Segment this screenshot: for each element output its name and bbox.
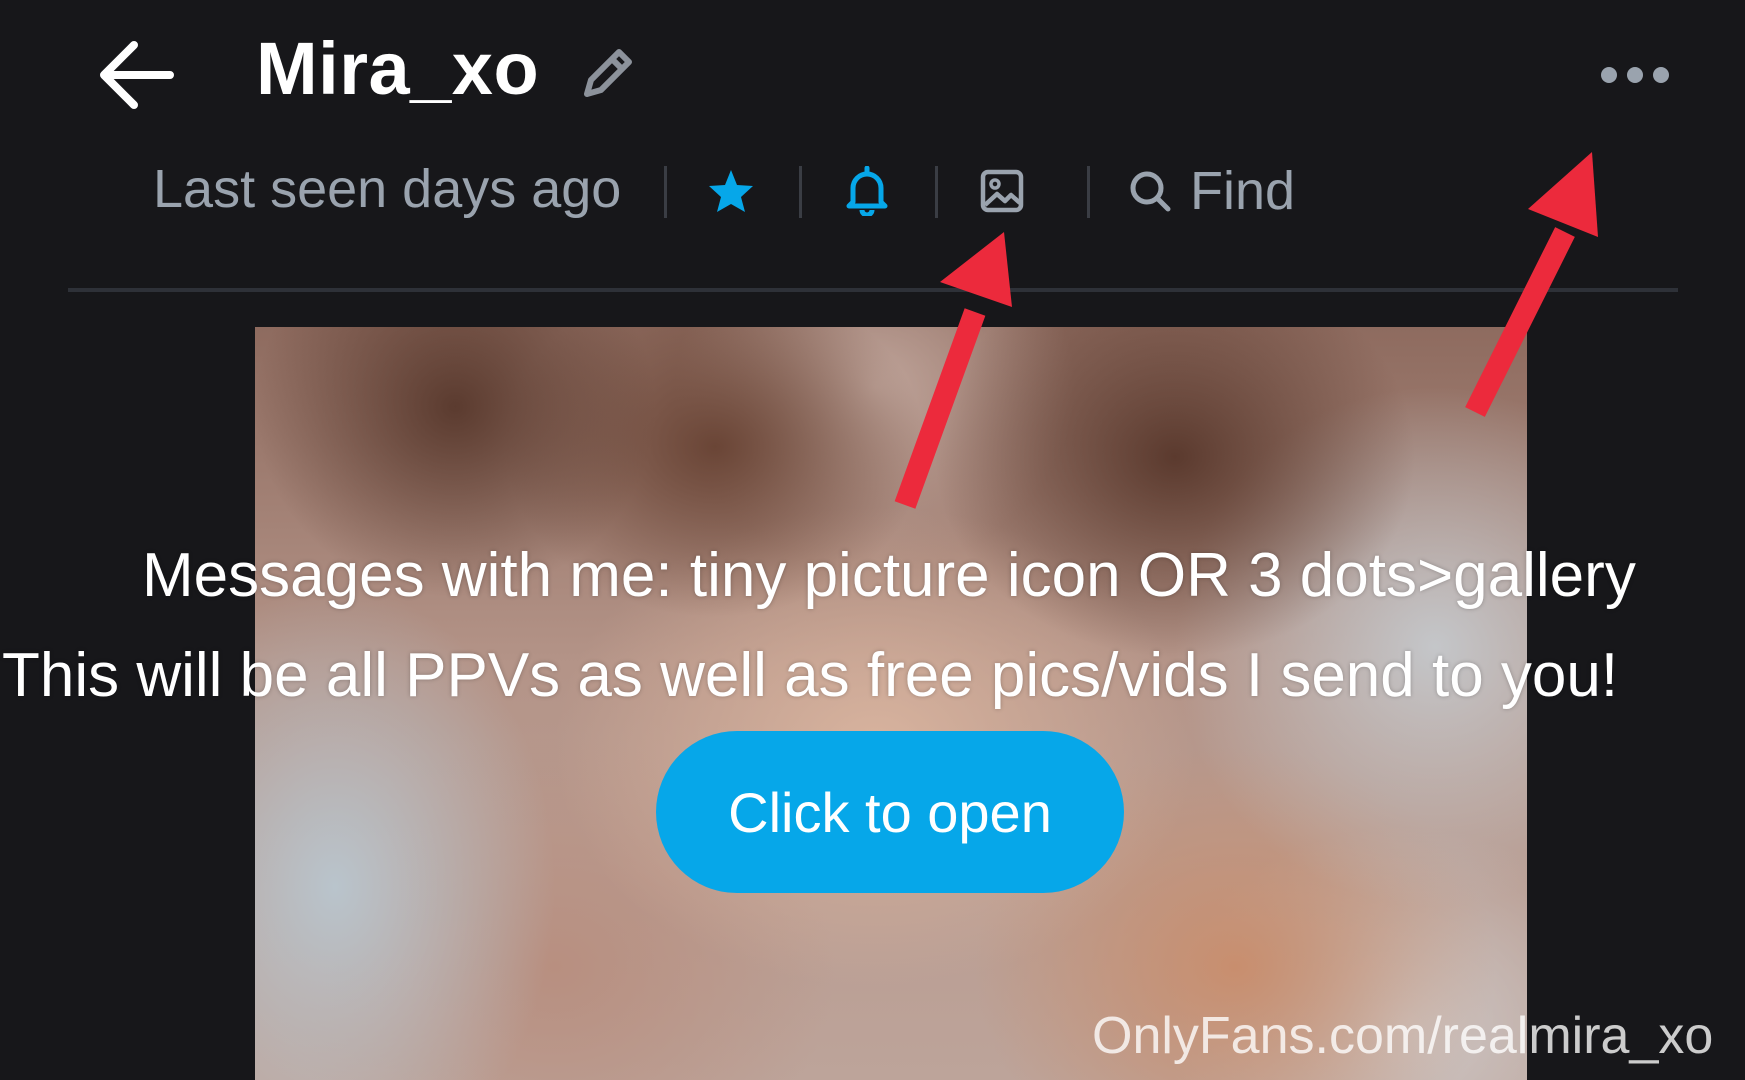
click-to-open-button[interactable]: Click to open: [656, 731, 1124, 893]
toolbar-separator: [935, 166, 938, 218]
toolbar-separator: [664, 166, 667, 218]
image-icon: [980, 169, 1024, 213]
watermark: OnlyFans.com/realmira_xo: [1092, 1007, 1714, 1065]
bell-icon: [846, 166, 888, 216]
toolbar-separator: [799, 166, 802, 218]
pencil-icon: [584, 49, 632, 97]
back-button[interactable]: [90, 35, 180, 115]
chat-header: Mira_xo: [0, 0, 1745, 150]
chat-toolbar: Last seen days ago Find: [0, 150, 1745, 270]
header-divider: [68, 288, 1678, 292]
star-icon: [709, 170, 753, 212]
notifications-button[interactable]: [832, 156, 902, 226]
arrow-left-icon: [100, 41, 174, 109]
last-seen-status: Last seen days ago: [153, 159, 622, 219]
caption-line-1: Messages with me: tiny picture icon OR 3…: [142, 541, 1636, 610]
find-label: Find: [1190, 161, 1296, 221]
favorite-button[interactable]: [696, 156, 766, 226]
caption-line-2: This will be all PPVs as well as free pi…: [2, 641, 1619, 710]
contact-name: Mira_xo: [256, 27, 540, 110]
edit-name-button[interactable]: [573, 38, 643, 108]
toolbar-separator: [1087, 166, 1090, 218]
search-icon: [1130, 171, 1171, 212]
gallery-button[interactable]: [967, 156, 1037, 226]
find-button[interactable]: Find: [1128, 156, 1295, 226]
more-horizontal-icon: [1601, 67, 1669, 83]
more-options-button[interactable]: [1590, 45, 1680, 105]
